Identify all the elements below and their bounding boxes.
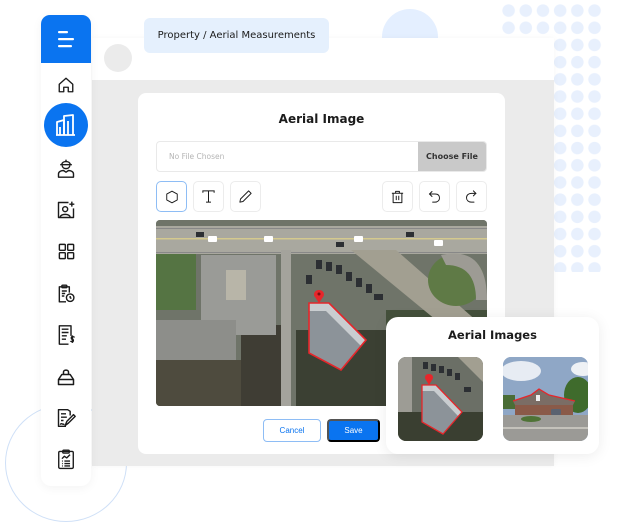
hexagon-icon [165,190,178,203]
save-button[interactable]: Save [327,419,380,442]
sidebar-item-invoices[interactable] [46,315,86,355]
add-contact-icon [57,201,75,219]
clipboard-clock-icon [58,283,75,303]
worker-icon [57,159,75,178]
aerial-thumbnail-image [398,357,483,441]
cancel-button[interactable]: Cancel [263,419,321,442]
clipboard-chart-icon [58,449,74,469]
undo-icon [428,191,440,203]
redo-button[interactable] [456,181,487,212]
avatar[interactable] [104,44,132,72]
choose-file-button[interactable]: Choose File [418,142,486,171]
thumbnail-aerial-top-view[interactable] [398,357,483,441]
building-icon [56,114,75,136]
weight-icon [57,369,75,386]
sidebar-item-contractors[interactable] [46,148,86,188]
sidebar [41,15,91,486]
menu-icon [58,31,74,48]
sidebar-item-add-contact[interactable] [46,190,86,230]
delete-button[interactable] [382,181,413,212]
street-view-thumbnail-image [503,357,588,441]
breadcrumb: Property / Aerial Measurements [144,18,329,53]
document-sign-icon [57,408,76,428]
trash-icon [391,190,404,203]
sidebar-item-schedule[interactable] [46,273,86,313]
undo-button[interactable] [419,181,450,212]
editor-title: Aerial Image [278,112,365,126]
sidebar-item-dashboard[interactable] [46,231,86,271]
sidebar-item-reports[interactable] [46,439,86,479]
pencil-icon [239,190,252,203]
thumbnail-street-view[interactable] [503,357,588,441]
text-tool-button[interactable] [193,181,224,212]
polygon-tool-button[interactable] [156,181,187,212]
file-placeholder: No File Chosen [169,152,225,161]
sidebar-item-home[interactable] [46,65,86,105]
sidebar-item-contracts[interactable] [46,398,86,438]
grass-area [156,250,196,310]
invoice-dollar-icon [58,325,76,345]
redo-icon [466,190,477,203]
file-input[interactable]: No File Chosen Choose File [156,141,487,172]
sidebar-menu-toggle[interactable] [41,15,91,63]
sidebar-item-properties[interactable] [44,103,88,147]
aerial-images-title: Aerial Images [448,328,537,342]
aerial-images-panel: Aerial Images [386,317,599,454]
home-icon [58,77,74,93]
text-icon [202,190,215,203]
grid-icon [58,243,74,259]
pencil-tool-button[interactable] [230,181,261,212]
side-street [281,250,291,406]
sidebar-item-inventory[interactable] [46,357,86,397]
